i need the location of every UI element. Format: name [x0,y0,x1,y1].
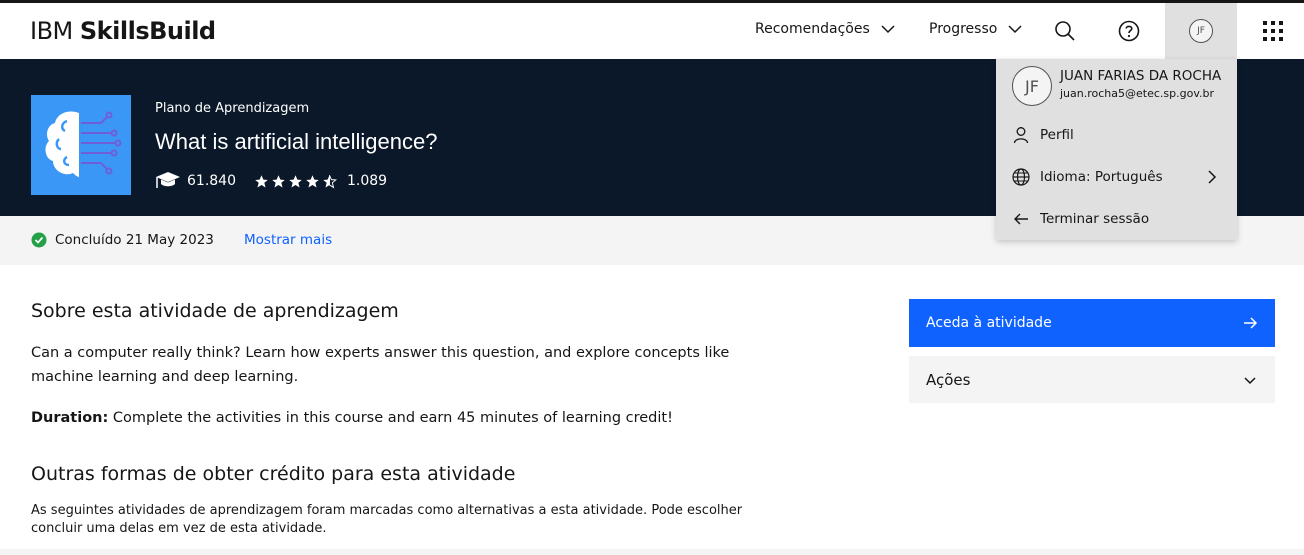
completion-status: Concluído 21 May 2023 [31,232,214,248]
menu-item-language[interactable]: Idioma: Português [1012,168,1221,186]
duration-text: Duration: Complete the activities in thi… [31,406,751,430]
star-rating [254,174,337,189]
brain-icon [45,111,122,177]
access-activity-button[interactable]: Aceda à atividade [909,299,1275,347]
search-button[interactable] [1037,3,1093,59]
site-header: IBM SkillsBuild Recomendações Progresso … [0,3,1304,59]
menu-item-profile[interactable]: Perfil [1012,126,1221,144]
star-icon [306,174,319,187]
user-name: JUAN FARIAS DA ROCHA [1060,68,1222,84]
actions-accordion[interactable]: Ações [909,356,1275,403]
learner-count: 61.840 [187,173,236,189]
nav-recommendations-label: Recomendações [755,21,870,37]
app-switcher-button[interactable] [1245,3,1301,59]
rating-count: 1.089 [347,173,388,189]
chevron-down-icon [1008,25,1022,34]
activity-type-label: Plano de Aprendizagem [155,101,310,116]
chevron-down-icon [1244,376,1256,384]
globe-icon [1012,168,1030,186]
star-icon [272,174,285,187]
nav-progress-label: Progresso [929,21,998,37]
user-icon [1013,127,1029,144]
help-button[interactable] [1101,3,1157,59]
nav-progress[interactable]: Progresso [929,21,1023,37]
show-more-link[interactable]: Mostrar mais [244,232,332,248]
menu-item-logout[interactable]: Terminar sessão [1012,210,1221,228]
duration-value: Complete the activities in this course a… [108,410,673,426]
brain-circuit-image [31,95,131,195]
star-half-icon [323,174,337,188]
activity-stats: 61.840 1.089 [155,171,387,191]
avatar: JF [1012,66,1052,106]
user-menu-button[interactable]: JF [1165,3,1237,59]
menu-item-language-label: Idioma: Português [1040,169,1163,185]
help-icon [1118,20,1140,42]
graduation-cap-icon [156,172,180,188]
search-icon [1055,21,1075,41]
arrow-right-icon [1244,317,1258,329]
about-description: Can a computer really think? Learn how e… [31,345,730,385]
app-grid-icon [1263,21,1283,41]
about-heading: Sobre esta atividade de aprendizagem [31,300,399,322]
menu-item-logout-label: Terminar sessão [1040,211,1150,227]
page-title: What is artificial intelligence? [155,129,438,154]
star-icon [289,174,302,187]
menu-item-profile-label: Perfil [1040,127,1074,143]
page-bottom-strip [0,549,1304,555]
alternatives-description: As seguintes atividades de aprendizagem … [31,503,743,536]
completion-date: Concluído 21 May 2023 [55,232,214,248]
checkmark-circle-icon [31,232,47,248]
duration-label: Duration: [31,410,109,426]
user-menu-dropdown: JF JUAN FARIAS DA ROCHA juan.rocha5@etec… [996,59,1237,240]
arrow-left-icon [1014,213,1028,225]
logo-ibm-text: IBM [30,17,80,45]
ibm-skillsbuild-logo[interactable]: IBM SkillsBuild [30,17,216,45]
star-icon [255,174,268,187]
user-email: juan.rocha5@etec.sp.gov.br [1060,87,1214,100]
access-activity-label: Aceda à atividade [926,315,1052,331]
chevron-right-icon [1208,170,1217,184]
chevron-down-icon [881,25,895,34]
actions-label: Ações [926,370,971,389]
avatar: JF [1189,19,1213,43]
logo-skillsbuild-text: SkillsBuild [79,17,216,45]
nav-recommendations[interactable]: Recomendações [755,21,896,37]
alternatives-heading: Outras formas de obter crédito para esta… [31,463,516,485]
